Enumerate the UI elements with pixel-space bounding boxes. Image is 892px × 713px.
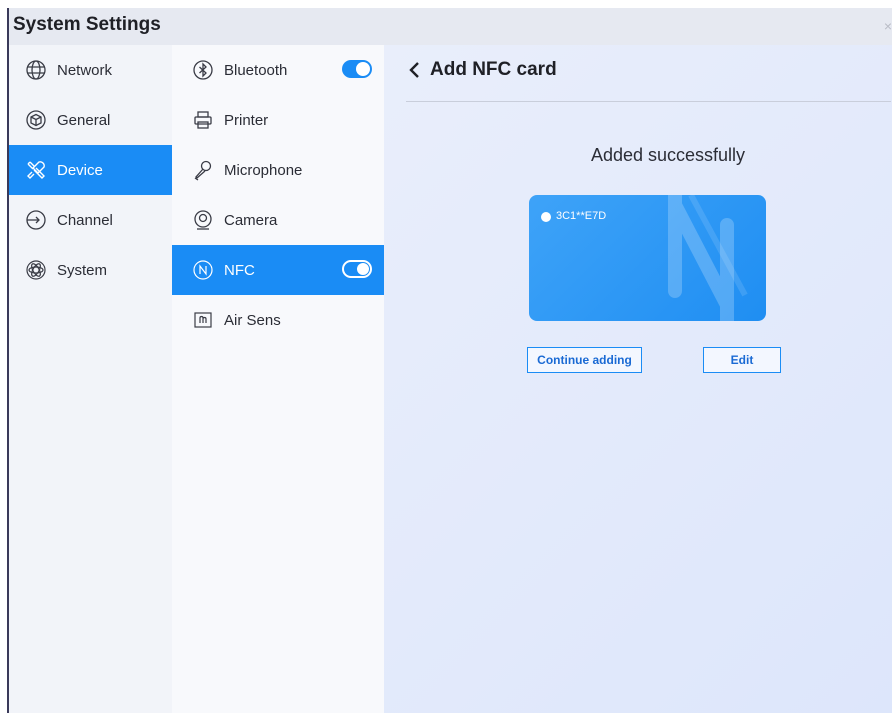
submenu-label: Camera <box>224 211 278 229</box>
submenu-item-bluetooth[interactable]: Bluetooth <box>172 45 384 95</box>
submenu-label: NFC <box>224 261 255 279</box>
continue-adding-button[interactable]: Continue adding <box>527 347 642 373</box>
nav-label: Network <box>57 61 113 79</box>
main-panel: Add NFC card Added successfully 3C1**E7D… <box>384 45 892 713</box>
atom-icon <box>25 259 47 281</box>
nav-item-general[interactable]: General <box>9 95 172 145</box>
microphone-icon <box>192 159 214 181</box>
nav-label: General <box>57 111 111 129</box>
camera-icon <box>192 209 214 231</box>
settings-window: System Settings × Network General Device <box>7 8 892 713</box>
submenu-item-microphone[interactable]: Microphone <box>172 145 384 195</box>
nav-item-network[interactable]: Network <box>9 45 172 95</box>
nfc-toggle[interactable] <box>342 260 372 278</box>
nav-label: Device <box>57 161 103 179</box>
printer-icon <box>192 109 214 131</box>
edit-button[interactable]: Edit <box>703 347 781 373</box>
back-chevron-icon[interactable] <box>406 60 424 80</box>
submenu-label: Printer <box>224 111 269 129</box>
submenu-item-nfc[interactable]: NFC <box>172 245 384 295</box>
nfc-logo-icon <box>668 195 748 321</box>
tools-icon <box>25 159 47 181</box>
submenu-label: Bluetooth <box>224 61 288 79</box>
nav-item-channel[interactable]: Channel <box>9 195 172 245</box>
page-title: Add NFC card <box>430 59 557 80</box>
submenu-item-camera[interactable]: Camera <box>172 195 384 245</box>
nav-item-device[interactable]: Device <box>9 145 172 195</box>
air-sensor-icon <box>192 309 214 331</box>
nav-label: System <box>57 261 108 279</box>
card-status-dot <box>541 212 551 222</box>
page-header: Add NFC card <box>406 59 557 81</box>
nav-item-system[interactable]: System <box>9 245 172 295</box>
close-icon[interactable]: × <box>884 18 892 34</box>
toggle-knob <box>357 263 369 275</box>
header-divider <box>406 101 891 102</box>
title-bar: System Settings × <box>9 8 892 45</box>
main-nav: Network General Device Channel System <box>9 45 172 713</box>
submenu-label: Air Sens <box>224 311 281 329</box>
bluetooth-toggle[interactable] <box>342 60 372 78</box>
globe-icon <box>25 59 47 81</box>
nfc-icon <box>192 259 214 281</box>
input-icon <box>25 209 47 231</box>
submenu-item-printer[interactable]: Printer <box>172 95 384 145</box>
submenu-label: Microphone <box>224 161 303 179</box>
window-title: System Settings <box>13 14 161 35</box>
cube-icon <box>25 109 47 131</box>
card-id: 3C1**E7D <box>556 210 607 222</box>
device-submenu: Bluetooth Printer Microphone Camera NFC … <box>172 45 384 713</box>
bluetooth-icon <box>192 59 214 81</box>
nfc-card: 3C1**E7D <box>529 195 766 321</box>
toggle-knob <box>356 62 370 76</box>
submenu-item-air-sens[interactable]: Air Sens <box>172 295 384 345</box>
status-message: Added successfully <box>590 145 746 165</box>
nav-label: Channel <box>57 211 113 229</box>
